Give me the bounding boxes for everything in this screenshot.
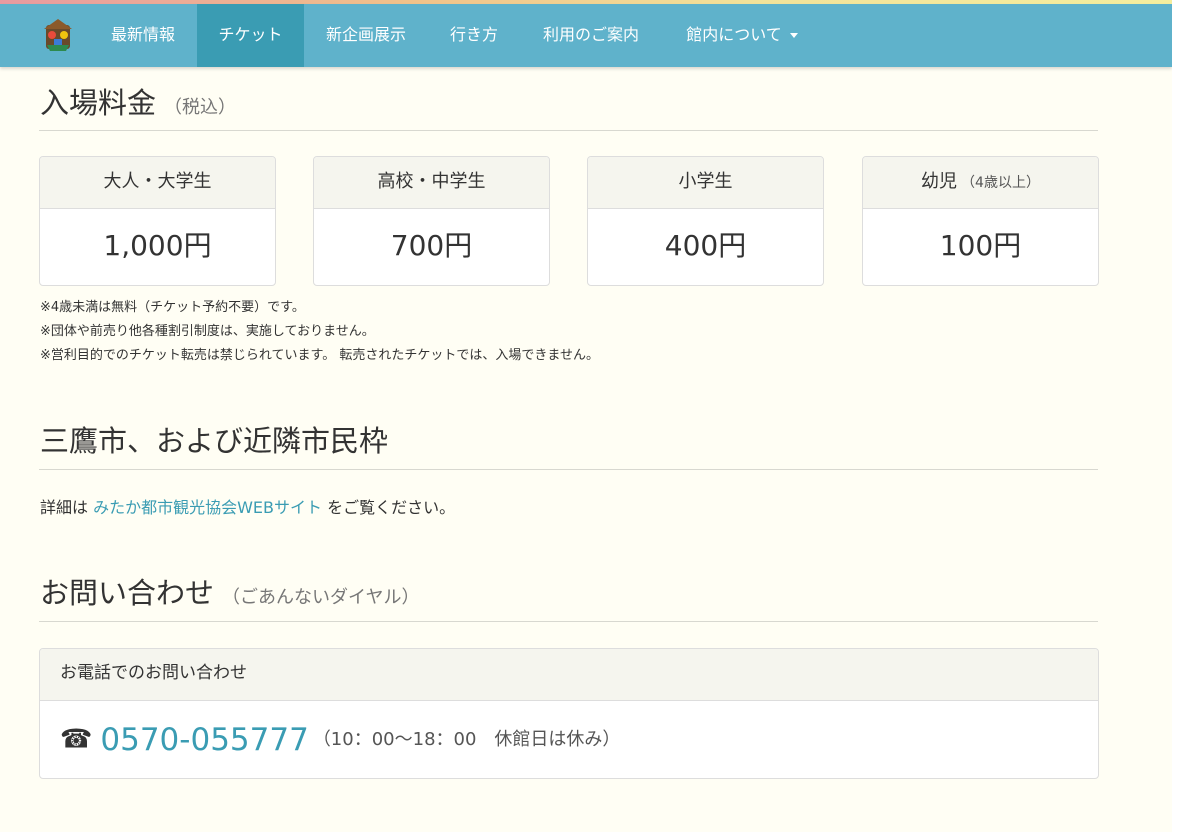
local-detail: 詳細は みたか都市観光協会WEBサイト をご覧ください。	[40, 494, 455, 518]
phone-icon: ☎	[60, 724, 93, 755]
main-navbar: 最新情報 チケット 新企画展示 行き方 利用のご案内 館内について	[0, 4, 1172, 67]
phone-hours: （10：00〜18：00 休館日は休み）	[312, 728, 621, 750]
detail-prefix: 詳細は	[40, 498, 94, 517]
nav-item-guide[interactable]: 利用のご案内	[521, 4, 661, 67]
price-card-price: 700円	[390, 229, 473, 262]
price-card-price: 1,000円	[103, 229, 212, 262]
contact-card-header: お電話でのお問い合わせ	[40, 649, 1098, 701]
phone-number-link[interactable]: 0570-055777	[100, 722, 308, 758]
tourism-association-link[interactable]: みたか都市観光協会WEBサイト	[93, 498, 322, 517]
price-card-infant: 幼児 （4歳以上） 100円	[862, 156, 1099, 286]
local-title: 三鷹市、および近隣市民枠	[40, 424, 389, 458]
contact-title: お問い合わせ	[40, 576, 215, 610]
nav-item-about-label: 館内について	[686, 25, 782, 44]
phone-contact-card: お電話でのお問い合わせ ☎ 0570-055777 （10：00〜18：00 休館日…	[39, 648, 1099, 779]
fee-note: ※4歳未満は無料（チケット予約不要）です。	[40, 300, 305, 315]
price-card-header: 幼児 （4歳以上）	[863, 157, 1098, 209]
contact-subtitle: （ごあんないダイヤル）	[222, 587, 420, 608]
price-card-label: 大人・大学生	[103, 171, 212, 192]
fees-subtitle: （税込）	[164, 97, 237, 118]
divider	[39, 130, 1098, 131]
contact-card-body: ☎ 0570-055777 （10：00〜18：00 休館日は休み）	[40, 701, 1098, 777]
nav-item-exhibition[interactable]: 新企画展示	[305, 4, 427, 67]
price-card-highschool: 高校・中学生 700円	[313, 156, 550, 286]
price-card-price: 100円	[939, 229, 1022, 262]
fee-note: ※営利目的でのチケット転売は禁じられています。 転売されたチケットでは、入場でき…	[40, 348, 599, 363]
price-card-label: 幼児	[921, 171, 958, 192]
price-card-label: 高校・中学生	[377, 171, 486, 192]
fee-notes: ※4歳未満は無料（チケット予約不要）です。 ※団体や前売り他各種割引制度は、実施…	[40, 296, 599, 368]
nav-item-about-dropdown[interactable]: 館内について	[663, 4, 821, 67]
price-card-note: （4歳以上）	[961, 175, 1040, 191]
price-card-header: 小学生	[588, 157, 823, 209]
price-card-label: 小学生	[678, 171, 733, 192]
nav-item-access[interactable]: 行き方	[429, 4, 519, 67]
museum-logo-icon[interactable]	[38, 15, 78, 55]
price-card-elementary: 小学生 400円	[587, 156, 824, 286]
fees-title: 入場料金	[40, 86, 157, 120]
price-card-adult: 大人・大学生 1,000円	[39, 156, 276, 286]
nav-item-news[interactable]: 最新情報	[90, 4, 196, 67]
local-heading: 三鷹市、および近隣市民枠	[40, 418, 388, 460]
nav-item-tickets[interactable]: チケット	[197, 4, 304, 67]
page-scrollbar[interactable]	[1172, 0, 1188, 832]
fee-note: ※団体や前売り他各種割引制度は、実施しておりません。	[40, 324, 375, 339]
caret-down-icon	[789, 33, 798, 38]
price-card-price: 400円	[664, 229, 747, 262]
contact-heading: お問い合わせ （ごあんないダイヤル）	[40, 570, 419, 612]
price-card-header: 大人・大学生	[40, 157, 275, 209]
fees-heading: 入場料金 （税込）	[40, 80, 236, 122]
detail-suffix: をご覧ください。	[322, 498, 456, 517]
divider	[39, 621, 1098, 622]
price-card-header: 高校・中学生	[314, 157, 549, 209]
divider	[39, 469, 1098, 470]
